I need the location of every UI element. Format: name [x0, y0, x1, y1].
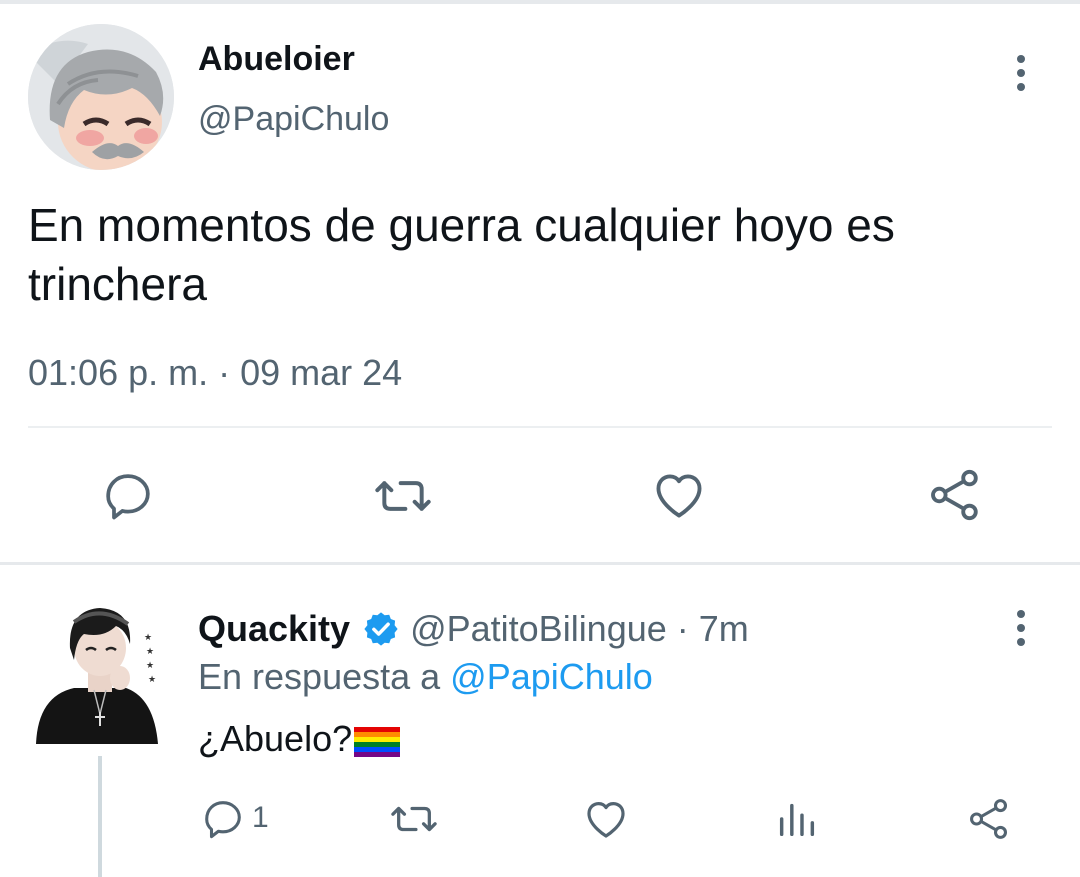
- reply-author-handle[interactable]: @PatitoBilingue: [410, 608, 667, 650]
- reply-age: · 7m: [676, 608, 749, 649]
- tweet-timestamp[interactable]: 01:06 p. m. · 09 mar 24: [28, 352, 402, 394]
- tweet-text: En momentos de guerra cualquier hoyo es …: [28, 199, 895, 310]
- reply-header: Quackity @PatitoBilingue · 7m: [198, 608, 749, 650]
- reply-author-avatar[interactable]: ★ ★ ★ ★: [34, 604, 168, 750]
- svg-text:★: ★: [146, 660, 154, 670]
- reply-retweet-button[interactable]: [388, 796, 440, 847]
- reply-icon: [106, 474, 150, 520]
- reply-analytics-button[interactable]: [774, 796, 820, 847]
- author-name[interactable]: Abueloier: [198, 40, 355, 79]
- reply-more-options-icon[interactable]: [1015, 610, 1027, 650]
- share-icon: [931, 469, 978, 521]
- reply-count: 1: [252, 801, 269, 834]
- reply-author-name[interactable]: Quackity: [198, 608, 350, 650]
- cartoon-avatar-icon: ★ ★ ★ ★: [36, 608, 158, 744]
- like-icon: [656, 474, 702, 518]
- share-icon: [970, 799, 1008, 839]
- reply-text-row: ¿Abuelo?: [198, 718, 401, 760]
- replying-to: En respuesta a @PapiChulo: [198, 656, 653, 698]
- author-avatar[interactable]: [28, 24, 174, 170]
- replying-to-label: En respuesta a: [198, 656, 441, 697]
- like-icon: [587, 802, 625, 838]
- section-divider: [0, 562, 1080, 565]
- top-divider: [0, 0, 1080, 4]
- analytics-icon: [779, 803, 815, 837]
- cartoon-grandpa-avatar-icon: [28, 24, 174, 170]
- verified-badge-icon: [362, 610, 400, 648]
- rainbow-flag-icon: [354, 724, 401, 757]
- reply-share-button[interactable]: [966, 795, 1012, 848]
- like-button[interactable]: [650, 466, 708, 529]
- author-handle[interactable]: @PapiChulo: [198, 100, 389, 139]
- reply-like-button[interactable]: [582, 795, 630, 848]
- reply-button[interactable]: [100, 468, 156, 529]
- thread-line: [98, 756, 102, 877]
- share-button[interactable]: [926, 466, 984, 529]
- svg-text:★: ★: [144, 632, 152, 642]
- retweet-icon: [391, 806, 437, 832]
- svg-text:★: ★: [148, 674, 156, 684]
- replying-to-mention[interactable]: @PapiChulo: [450, 656, 653, 697]
- retweet-icon: [375, 481, 431, 511]
- reply-icon: [205, 801, 241, 839]
- retweet-button[interactable]: [372, 468, 434, 529]
- svg-text:★: ★: [146, 646, 154, 656]
- tweet-divider: [28, 426, 1052, 428]
- reply-reply-button[interactable]: [200, 796, 246, 847]
- reply-text: ¿Abuelo?: [198, 718, 353, 759]
- more-options-icon[interactable]: [1015, 55, 1027, 95]
